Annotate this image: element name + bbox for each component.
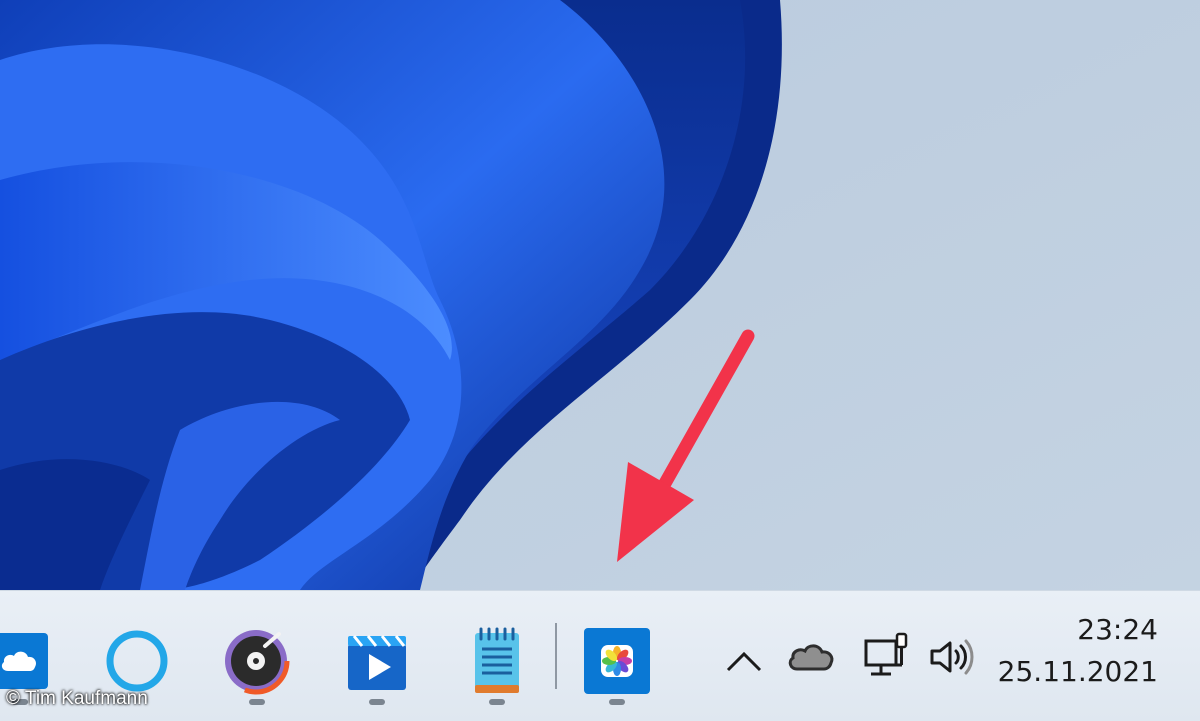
photos-flower-icon [584,628,650,694]
red-pointer-arrow [617,329,755,562]
running-indicator [609,699,625,705]
video-play-icon [348,635,406,690]
tray-network-button[interactable] [860,631,912,681]
icloud-cloud-icon [0,633,48,689]
taskbar-separator [555,623,557,689]
running-indicator [369,699,385,705]
cortana-ring-icon [106,630,168,692]
desktop[interactable] [0,0,1200,590]
taskbar-app-photos[interactable] [577,621,657,701]
taskbar-clock[interactable]: 23:24 25.11.2021 [998,610,1158,692]
onedrive-cloud-icon [788,644,834,671]
taskbar-app-notepad[interactable] [457,621,537,701]
notepad-icon [475,627,519,693]
tray-volume-button[interactable] [926,635,976,679]
running-indicator [249,699,265,705]
tray-overflow-button[interactable] [722,641,766,681]
tray-onedrive-button[interactable] [784,637,838,677]
clock-date: 25.11.2021 [997,655,1158,688]
clock-time: 23:24 [1077,613,1158,646]
running-indicator [489,699,505,705]
music-disc-icon [222,627,290,695]
taskbar-app-music[interactable] [216,621,296,701]
network-computer-icon [864,632,908,676]
image-credit: © Tim Kaufmann [6,688,148,709]
chevron-up-icon [726,651,762,672]
speaker-icon [930,639,974,675]
taskbar-app-movies[interactable] [337,621,417,701]
